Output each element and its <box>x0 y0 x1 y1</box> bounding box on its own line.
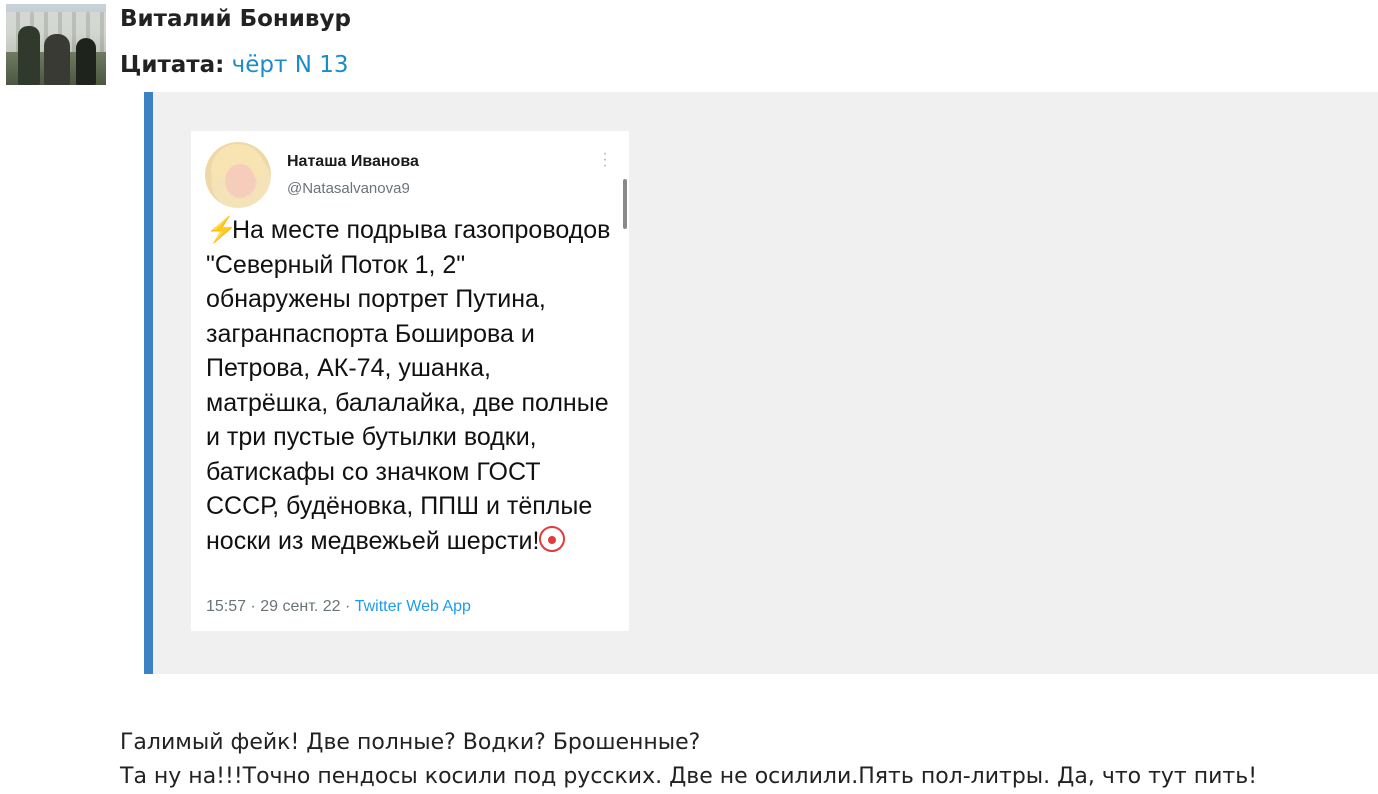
more-vertical-icon: · · · <box>602 145 608 174</box>
avatar-figure <box>44 34 70 85</box>
meta-separator: · <box>344 598 351 615</box>
post-author-name[interactable]: Виталий Бонивур <box>120 6 351 32</box>
tweet-app: Twitter Web App <box>354 598 471 615</box>
post-body: Галимый фейк! Две полные? Водки? Брошенн… <box>120 726 1257 794</box>
tweet-handle: @Natasalvanova9 <box>287 180 410 197</box>
quote-header: Цитата: чёрт N 13 <box>120 52 349 78</box>
clown-face-icon <box>539 525 566 552</box>
avatar-figure <box>18 26 40 85</box>
avatar-figure <box>76 38 96 85</box>
tweet-body: На месте подрыва газопроводов "Северный … <box>206 216 611 555</box>
tweet-text: ⚡На месте подрыва газопроводов "Северный… <box>206 213 616 558</box>
embedded-tweet-image: Наташа Иванова @Natasalvanova9 · · · ⚡На м… <box>191 131 629 631</box>
scrollbar-thumb <box>623 179 627 229</box>
lightning-icon: ⚡ <box>206 216 238 244</box>
quote-label: Цитата: <box>120 52 225 78</box>
quote-source-link[interactable]: чёрт N 13 <box>232 52 349 78</box>
tweet-meta: 15:57 · 29 сент. 22 · Twitter Web App <box>206 598 471 616</box>
tweet-time: 15:57 <box>206 598 247 615</box>
post-line: Та ну на!!!Точно пендосы косили под русс… <box>120 764 1258 789</box>
tweet-author-name: Наташа Иванова <box>287 153 419 170</box>
meta-separator: · <box>250 598 256 615</box>
post-line: Галимый фейк! Две полные? Водки? Брошенн… <box>120 730 701 755</box>
tweet-date: 29 сент. 22 <box>260 598 341 615</box>
tweet-avatar <box>205 142 271 208</box>
avatar-face <box>225 164 255 198</box>
user-avatar[interactable] <box>6 4 106 85</box>
